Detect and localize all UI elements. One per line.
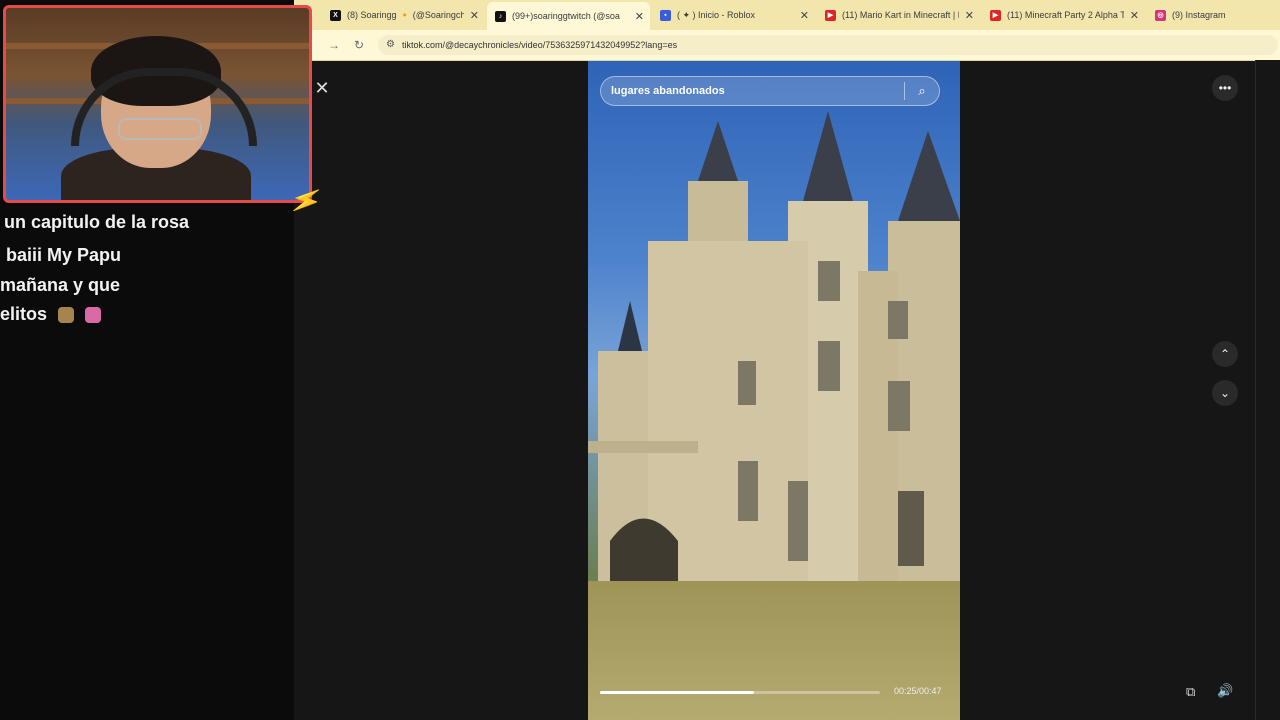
close-icon[interactable]: ✕ bbox=[1130, 9, 1139, 22]
forward-icon[interactable]: → bbox=[328, 38, 340, 52]
search-icon[interactable]: ⌕ bbox=[905, 83, 939, 99]
more-options-button[interactable]: ••• bbox=[1212, 75, 1238, 101]
close-icon[interactable]: ✕ bbox=[800, 9, 809, 22]
video-frame-chateau bbox=[588, 111, 960, 621]
tab-title: (11) Minecraft Party 2 Alpha Tra bbox=[1007, 10, 1124, 20]
roblox-icon: ▪ bbox=[660, 9, 671, 21]
video-search-bar[interactable]: lugares abandonados ⌕ bbox=[600, 76, 940, 106]
tab-roblox[interactable]: ▪ ( ✦ ) Inicio - Roblox ✕ bbox=[652, 4, 815, 26]
youtube-icon: ▶ bbox=[825, 9, 836, 21]
next-video-button[interactable]: ⌄ bbox=[1212, 380, 1238, 406]
tab-title: (9) Instagram bbox=[1172, 10, 1226, 20]
close-video-icon[interactable]: ✕ bbox=[312, 78, 332, 99]
video-progress-bar[interactable] bbox=[600, 691, 880, 694]
emote-icon bbox=[58, 307, 75, 324]
tab-x[interactable]: X (8) Soaringg 🔸 (@Soaringchu ✕ bbox=[322, 4, 485, 26]
chat-message: un capitulo de la rosa bbox=[4, 212, 190, 232]
grass-foreground bbox=[588, 581, 960, 720]
picture-in-picture-icon[interactable]: ⧉ bbox=[1186, 684, 1195, 700]
volume-icon[interactable]: 🔊 bbox=[1217, 683, 1233, 699]
site-info-icon[interactable]: ⚙ bbox=[386, 39, 398, 51]
tab-title: (11) Mario Kart in Minecraft | M bbox=[842, 10, 959, 20]
tab-instagram[interactable]: ◎ (9) Instagram bbox=[1147, 4, 1277, 26]
close-icon[interactable]: ✕ bbox=[470, 9, 479, 22]
chevron-down-icon: ⌄ bbox=[1219, 386, 1231, 400]
tab-title: (8) Soaringg 🔸 (@Soaringchu bbox=[347, 9, 464, 20]
video-progress-fill bbox=[600, 691, 754, 694]
tab-youtube-minecraft[interactable]: ▶ (11) Minecraft Party 2 Alpha Tra ✕ bbox=[982, 4, 1145, 26]
url-text: tiktok.com/@decaychronicles/video/753632… bbox=[402, 40, 678, 50]
url-field[interactable]: ⚙ tiktok.com/@decaychronicles/video/7536… bbox=[378, 35, 1278, 55]
side-panel-edge bbox=[1255, 60, 1280, 720]
tab-title: (99+)soaringgtwitch (@soa bbox=[512, 11, 620, 21]
video-player[interactable]: lugares abandonados ⌕ 00:25/00:47 bbox=[588, 61, 960, 720]
chat-message: baiii My Papu bbox=[6, 245, 122, 265]
glasses bbox=[118, 118, 202, 140]
more-icon: ••• bbox=[1218, 81, 1232, 95]
video-time: 00:25/00:47 bbox=[894, 686, 942, 696]
chevron-up-icon: ⌃ bbox=[1219, 347, 1231, 361]
previous-video-button[interactable]: ⌃ bbox=[1212, 341, 1238, 367]
tab-youtube-mario[interactable]: ▶ (11) Mario Kart in Minecraft | M ✕ bbox=[817, 4, 980, 26]
tab-tiktok[interactable]: ♪ (99+)soaringgtwitch (@soa ✕ bbox=[487, 2, 650, 30]
close-icon[interactable]: ✕ bbox=[635, 10, 644, 23]
instagram-icon: ◎ bbox=[1155, 9, 1166, 21]
search-query: lugares abandonados bbox=[611, 85, 725, 97]
x-icon: X bbox=[330, 9, 341, 21]
close-icon[interactable]: ✕ bbox=[965, 9, 974, 22]
tab-title: ( ✦ ) Inicio - Roblox bbox=[677, 9, 756, 20]
emote-icon bbox=[85, 307, 102, 324]
reload-icon[interactable]: ↻ bbox=[354, 38, 364, 52]
chat-message: elitos bbox=[0, 304, 102, 325]
chat-message: mañana y que bbox=[0, 275, 121, 295]
tiktok-icon: ♪ bbox=[495, 10, 506, 22]
webcam-overlay bbox=[3, 5, 312, 203]
youtube-icon: ▶ bbox=[990, 9, 1001, 21]
